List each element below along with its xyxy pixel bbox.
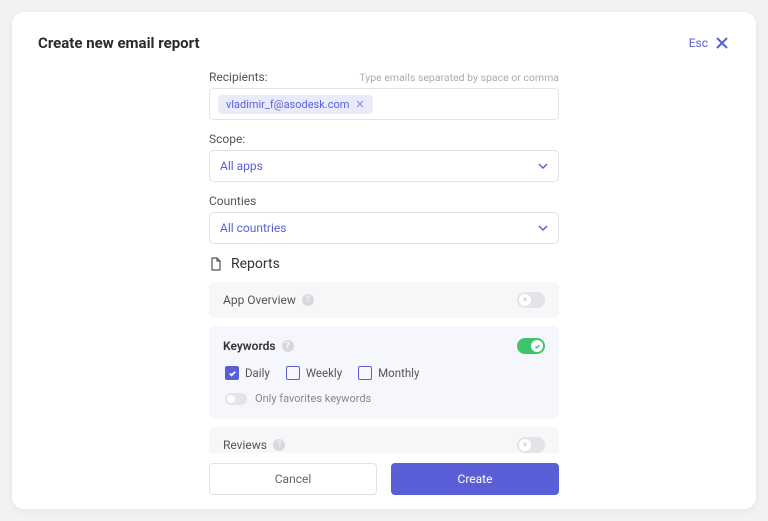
cancel-button[interactable]: Cancel [209,463,377,495]
chevron-down-icon [538,161,548,171]
document-icon [209,257,223,271]
form: Recipients: Type emails separated by spa… [209,70,559,453]
freq-weekly-label: Weekly [306,366,342,380]
favorites-label: Only favorites keywords [255,392,371,405]
report-name-reviews: Reviews [223,438,267,452]
recipients-label: Recipients: [209,70,268,84]
create-button[interactable]: Create [391,463,559,495]
remove-chip-icon[interactable]: ✕ [355,98,364,111]
close-icon [714,35,730,51]
create-email-report-modal: Create new email report Esc Recipients: … [12,12,756,509]
recipients-hint: Type emails separated by space or comma [359,71,559,84]
toggle-app-overview[interactable]: ✕ [517,292,545,308]
help-icon[interactable]: ? [282,340,294,352]
toggle-favorites[interactable] [225,393,247,405]
scope-label: Scope: [209,132,245,146]
freq-monthly[interactable]: Monthly [358,366,419,380]
recipients-input[interactable]: vladimir_f@asodesk.com ✕ [209,88,559,120]
reports-section-header: Reports [209,256,559,272]
favorites-row: Only favorites keywords [223,392,545,405]
report-card-keywords: Keywords ? [209,326,559,419]
recipients-label-row: Recipients: Type emails separated by spa… [209,70,559,84]
modal-title: Create new email report [38,34,200,52]
scope-value: All apps [220,159,263,173]
esc-label: Esc [689,36,708,50]
report-card-app-overview: App Overview ? ✕ [209,282,559,318]
check-icon [534,343,541,350]
chevron-down-icon [538,223,548,233]
freq-daily-label: Daily [245,366,270,380]
cancel-button-label: Cancel [275,472,312,486]
countries-value: All countries [220,221,286,235]
toggle-reviews[interactable]: ✕ [517,437,545,453]
help-icon[interactable]: ? [273,439,285,451]
close-button[interactable]: Esc [689,35,730,51]
create-button-label: Create [458,472,493,486]
countries-select[interactable]: All countries [209,212,559,244]
report-card-reviews: Reviews ? ✕ [209,427,559,453]
report-name-keywords: Keywords [223,339,276,353]
toggle-keywords[interactable] [517,338,545,354]
scope-select[interactable]: All apps [209,150,559,182]
reports-section-title: Reports [231,256,280,272]
report-name-app-overview: App Overview [223,293,296,307]
recipient-chip-label: vladimir_f@asodesk.com [226,98,349,111]
freq-weekly[interactable]: Weekly [286,366,342,380]
frequency-options: Daily Weekly Monthly [223,366,545,380]
modal-footer: Cancel Create [38,453,730,495]
x-icon: ✕ [522,441,528,449]
x-icon: ✕ [522,296,528,304]
help-icon[interactable]: ? [302,294,314,306]
modal-header: Create new email report Esc [38,34,730,52]
recipient-chip: vladimir_f@asodesk.com ✕ [218,95,373,114]
freq-daily[interactable]: Daily [225,366,270,380]
scope-label-row: Scope: [209,132,559,146]
countries-label-row: Counties [209,194,559,208]
countries-label: Counties [209,194,256,208]
freq-monthly-label: Monthly [378,366,419,380]
check-icon [228,369,237,378]
